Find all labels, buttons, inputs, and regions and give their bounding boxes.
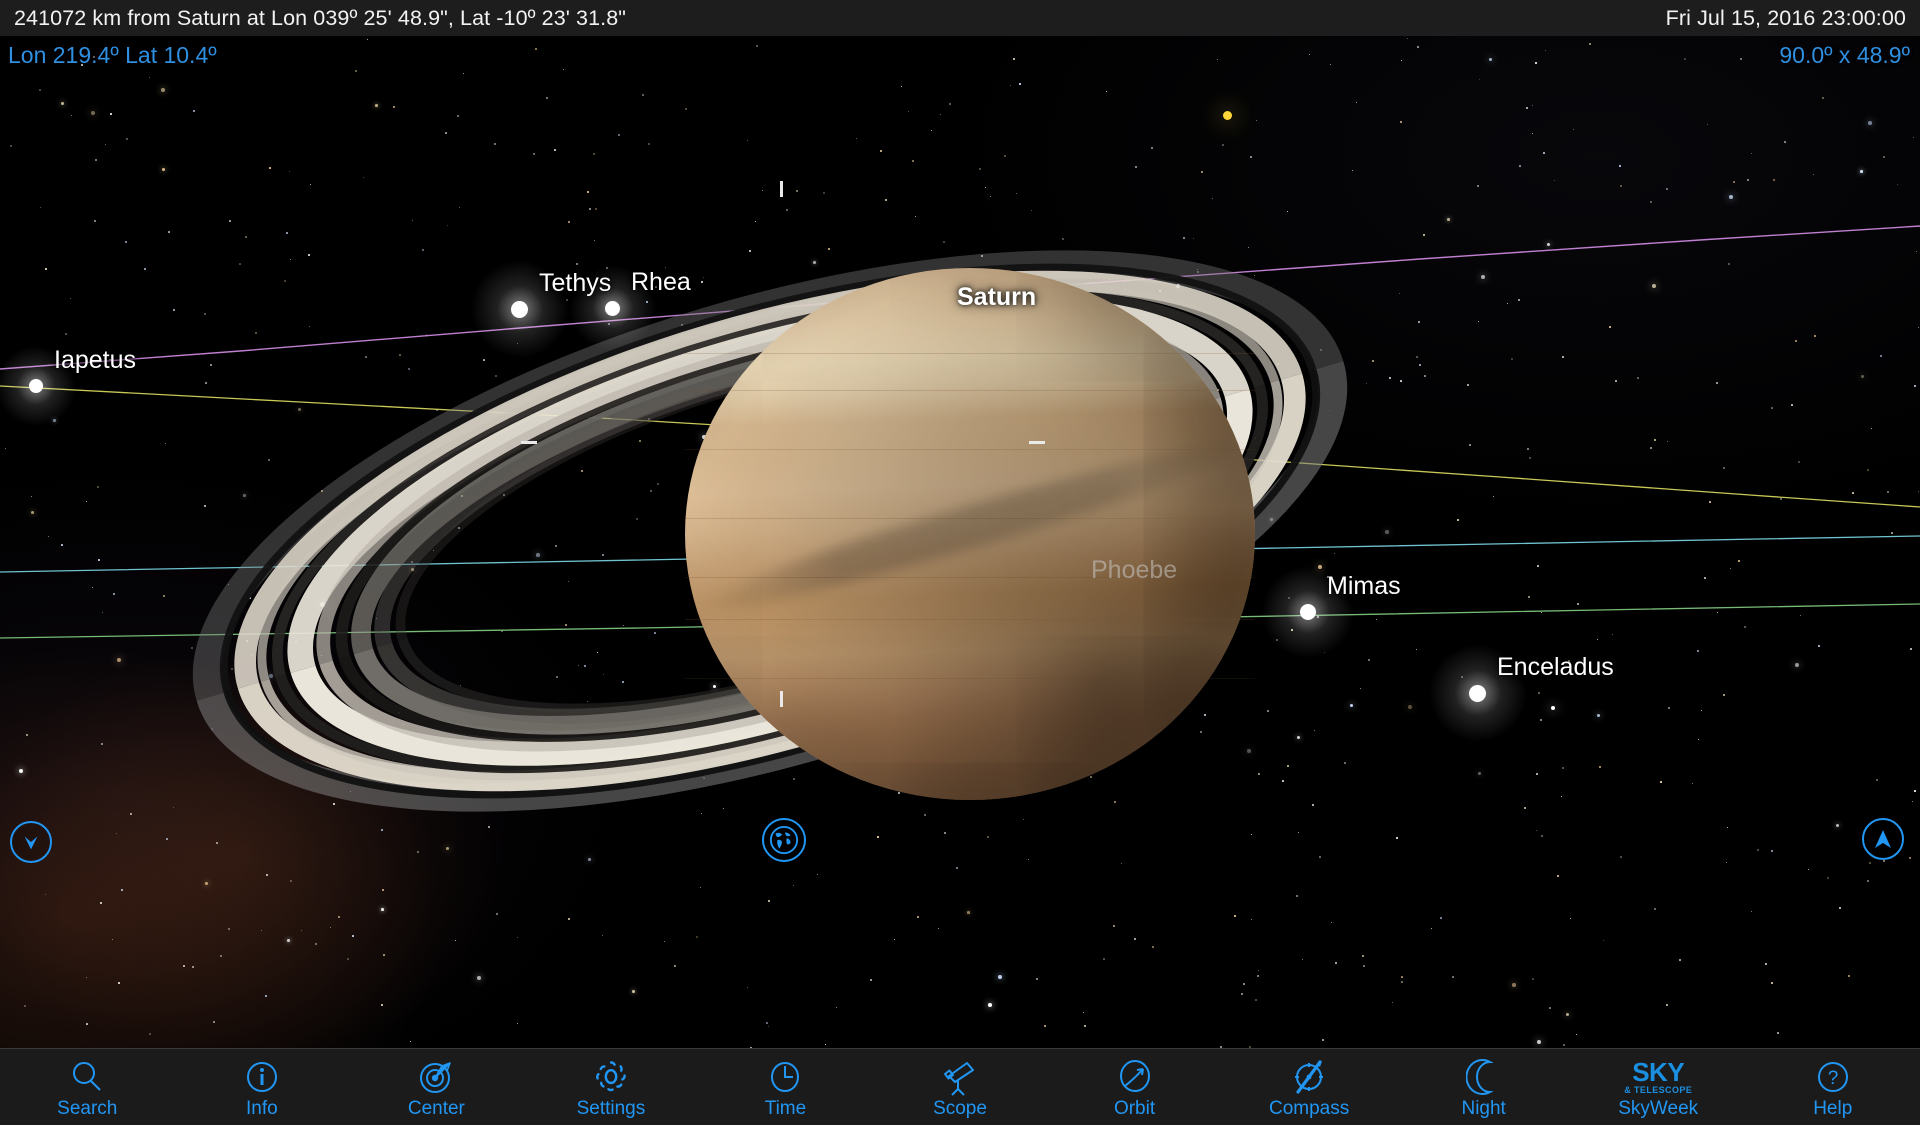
toolbar-item-compass[interactable]: Compass	[1222, 1049, 1397, 1125]
toolbar-label-settings: Settings	[576, 1097, 646, 1119]
toolbar-item-time[interactable]: Time	[698, 1049, 873, 1125]
moon-dot-iapetus[interactable]	[29, 379, 43, 393]
toolbar-label-info: Info	[245, 1097, 278, 1119]
moon-icon	[1465, 1057, 1502, 1097]
toolbar-label-help: Help	[1813, 1097, 1853, 1119]
toolbar-label-compass: Compass	[1268, 1097, 1350, 1119]
toolbar-item-night[interactable]: Night	[1396, 1049, 1571, 1125]
sky-and-telescope-logo: SKY & TELESCOPE	[1624, 1057, 1692, 1097]
north-button[interactable]	[1862, 818, 1904, 860]
top-status-bar: 241072 km from Saturn at Lon 039º 25' 48…	[0, 0, 1920, 36]
view-coordinates-text: Lon 219.4º Lat 10.4º	[8, 42, 217, 68]
toolbar-label-center: Center	[407, 1097, 465, 1119]
saturn-system[interactable]	[0, 36, 1920, 1048]
info-icon	[244, 1057, 280, 1097]
object-label-enceladus[interactable]: Enceladus	[1497, 653, 1614, 682]
logo-line-sky: SKY	[1632, 1056, 1685, 1087]
toolbar-label-skyweek: SkyWeek	[1618, 1097, 1699, 1119]
moon-dot-tethys[interactable]	[511, 300, 528, 318]
tick-mark-left	[521, 441, 537, 444]
datetime-text[interactable]: Fri Jul 15, 2016 23:00:00	[1666, 6, 1906, 31]
search-icon	[69, 1057, 105, 1097]
toolbar-item-info[interactable]: Info	[175, 1049, 350, 1125]
toolbar-item-search[interactable]: Search	[0, 1049, 175, 1125]
object-label-phoebe[interactable]: Phoebe	[1091, 556, 1177, 585]
clock-icon	[767, 1057, 803, 1097]
tick-mark-right	[1029, 441, 1045, 444]
skysafari-app: 241072 km from Saturn at Lon 039º 25' 48…	[0, 0, 1920, 1125]
toolbar-label-time: Time	[764, 1097, 807, 1119]
field-of-view-text: 90.0º x 48.9º	[1779, 42, 1910, 68]
toolbar-label-search: Search	[57, 1097, 118, 1119]
object-label-iapetus[interactable]: Iapetus	[54, 346, 136, 375]
toolbar-item-center[interactable]: Center	[349, 1049, 524, 1125]
object-label-saturn[interactable]: Saturn	[957, 283, 1036, 312]
toolbar-item-settings[interactable]: Settings	[524, 1049, 699, 1125]
navigation-icon	[1875, 830, 1891, 848]
globe-icon	[769, 825, 799, 855]
toolbar-item-scope[interactable]: Scope	[873, 1049, 1048, 1125]
logo-line-telescope: & TELESCOPE	[1624, 1084, 1693, 1095]
sky-view[interactable]: Iapetus Tethys Rhea Saturn Phoebe Mimas Encela…	[0, 36, 1920, 1048]
moon-dot-rhea[interactable]	[605, 300, 620, 316]
object-label-tethys[interactable]: Tethys	[539, 269, 611, 298]
chevron-down-icon	[24, 836, 38, 850]
toolbar-label-scope: Scope	[933, 1097, 987, 1119]
tick-mark-top	[780, 181, 783, 197]
tick-mark-bottom	[780, 691, 783, 707]
moon-dot-enceladus[interactable]	[1469, 684, 1486, 702]
toolbar-item-orbit[interactable]: Orbit	[1047, 1049, 1222, 1125]
center-target-icon	[417, 1057, 455, 1097]
gear-icon	[592, 1057, 630, 1097]
bottom-toolbar: Search Info Center Settings Time Scope O…	[0, 1048, 1920, 1125]
question-icon: ?	[1815, 1057, 1851, 1097]
orbit-icon	[1116, 1057, 1154, 1097]
telescope-icon	[940, 1057, 980, 1097]
moon-dot-mimas[interactable]	[1300, 604, 1316, 620]
toolbar-item-skyweek[interactable]: SKY & TELESCOPE SkyWeek	[1571, 1049, 1746, 1125]
toolbar-label-night: Night	[1461, 1097, 1506, 1119]
earth-button[interactable]	[762, 818, 806, 862]
compass-disabled-icon	[1289, 1057, 1329, 1097]
toolbar-label-orbit: Orbit	[1113, 1097, 1156, 1119]
object-label-rhea[interactable]: Rhea	[631, 268, 691, 297]
object-label-mimas[interactable]: Mimas	[1327, 572, 1401, 601]
toolbar-item-help[interactable]: ? Help	[1745, 1049, 1920, 1125]
distance-status-text: 241072 km from Saturn at Lon 039º 25' 48…	[14, 5, 627, 30]
horizon-button[interactable]	[10, 821, 52, 863]
svg-text:?: ?	[1827, 1068, 1838, 1089]
